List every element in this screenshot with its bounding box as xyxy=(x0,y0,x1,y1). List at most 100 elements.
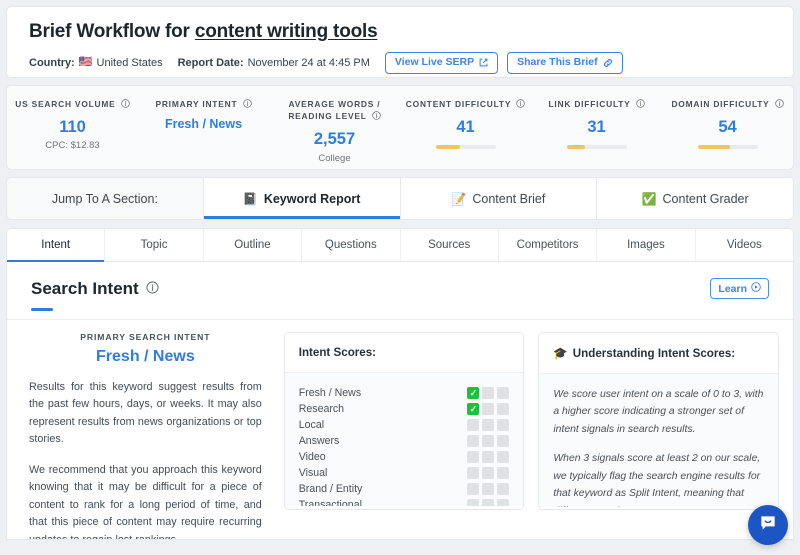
score-box-empty xyxy=(467,483,479,495)
tab-label: Images xyxy=(627,239,665,251)
score-box-empty xyxy=(497,387,509,399)
score-row: Brand / Entity xyxy=(299,481,510,497)
info-icon[interactable] xyxy=(146,279,159,299)
score-box-empty xyxy=(497,483,509,495)
report-subtabs: Intent Topic Outline Questions Sources C… xyxy=(7,229,793,262)
score-row: Research ✓ xyxy=(299,401,510,417)
section-header: Search Intent Learn xyxy=(7,262,793,320)
score-box-empty xyxy=(482,499,494,506)
score-boxes xyxy=(467,451,509,463)
section-title-text: Search Intent xyxy=(31,279,139,299)
score-label: Local xyxy=(299,419,468,431)
jump-tab-content-grader[interactable]: ✅ Content Grader xyxy=(596,178,793,219)
link-chain-icon xyxy=(603,58,613,68)
memo-icon: 📝 xyxy=(451,193,466,205)
score-box-empty xyxy=(497,419,509,431)
view-live-serp-label: View Live SERP xyxy=(395,57,474,69)
score-label: Brand / Entity xyxy=(299,483,468,495)
score-box-filled: ✓ xyxy=(467,387,479,399)
score-row: Fresh / News ✓ xyxy=(299,385,510,401)
score-box-empty xyxy=(497,435,509,447)
understanding-title: 🎓 Understanding Intent Scores: xyxy=(539,333,778,374)
info-icon[interactable] xyxy=(243,99,252,111)
intent-paragraph-1: Results for this keyword suggest results… xyxy=(29,379,262,449)
difficulty-bar-track xyxy=(436,145,496,149)
metric-value: 2,557 xyxy=(273,130,396,148)
jump-tab-keyword-report[interactable]: 📓 Keyword Report xyxy=(203,178,400,219)
jump-to-section-bar: Jump To A Section: 📓 Keyword Report 📝 Co… xyxy=(6,177,794,220)
understanding-intent-scores-card: 🎓 Understanding Intent Scores: We score … xyxy=(538,332,779,510)
difficulty-bar-track xyxy=(698,145,758,149)
learn-button[interactable]: Learn xyxy=(710,278,769,299)
metrics-strip: US SEARCH VOLUME 110 CPC: $12.83 PRIMARY… xyxy=(6,85,794,170)
metric-label-text: AVERAGE WORDS / READING LEVEL xyxy=(288,99,380,121)
tab-intent[interactable]: Intent xyxy=(7,229,105,261)
score-row: Visual xyxy=(299,465,510,481)
tab-questions[interactable]: Questions xyxy=(302,229,400,261)
keyword-report-panel: Intent Topic Outline Questions Sources C… xyxy=(6,228,794,540)
score-box-empty xyxy=(467,419,479,431)
info-icon[interactable] xyxy=(372,111,381,123)
share-brief-button[interactable]: Share This Brief xyxy=(507,52,623,74)
graduation-cap-icon: 🎓 xyxy=(553,346,567,360)
section-title: Search Intent xyxy=(31,279,159,299)
metric-value: 31 xyxy=(535,118,658,136)
info-icon[interactable] xyxy=(121,99,130,111)
metric-label-text: CONTENT DIFFICULTY xyxy=(406,99,511,109)
understanding-scores-column: 🎓 Understanding Intent Scores: We score … xyxy=(538,332,779,540)
intent-scores-column: Intent Scores: Fresh / News ✓ xyxy=(284,332,525,540)
score-boxes xyxy=(467,467,509,479)
score-boxes: ✓ xyxy=(467,387,509,399)
score-row: Video xyxy=(299,449,510,465)
country-label: Country: xyxy=(29,57,75,69)
score-box-empty xyxy=(482,467,494,479)
view-live-serp-button[interactable]: View Live SERP xyxy=(385,52,498,74)
score-boxes xyxy=(467,499,509,506)
learn-button-label: Learn xyxy=(718,283,747,295)
difficulty-bar-fill xyxy=(436,145,461,149)
notebook-icon: 📓 xyxy=(243,193,258,205)
page-title-keyword: content writing tools xyxy=(195,21,378,42)
primary-intent-value: Fresh / News xyxy=(29,348,262,366)
brief-header-card: Brief Workflow for content writing tools… xyxy=(6,6,794,78)
metric-link-difficulty: LINK DIFFICULTY 31 xyxy=(531,98,662,149)
metric-us-search-volume: US SEARCH VOLUME 110 CPC: $12.83 xyxy=(7,98,138,151)
country-value: United States xyxy=(97,57,163,69)
info-icon[interactable] xyxy=(775,99,784,111)
page-title: Brief Workflow for content writing tools xyxy=(29,21,771,43)
tab-outline[interactable]: Outline xyxy=(204,229,302,261)
info-icon[interactable] xyxy=(516,99,525,111)
share-brief-label: Share This Brief xyxy=(517,57,598,69)
tab-competitors[interactable]: Competitors xyxy=(499,229,597,261)
understanding-paragraph-1: We score user intent on a scale of 0 to … xyxy=(553,386,764,438)
understanding-paragraph-2: When 3 signals score at least 2 on our s… xyxy=(553,450,764,507)
section-title-underline xyxy=(31,308,53,311)
score-box-empty xyxy=(497,467,509,479)
difficulty-bar-fill xyxy=(698,145,730,149)
app-page: Brief Workflow for content writing tools… xyxy=(0,0,800,555)
info-icon[interactable] xyxy=(636,99,645,111)
jump-tab-label: Content Grader xyxy=(663,192,749,206)
intent-scores-title: Intent Scores: xyxy=(285,333,524,373)
tab-label: Topic xyxy=(141,239,168,251)
score-row: Local xyxy=(299,417,510,433)
metric-domain-difficulty: DOMAIN DIFFICULTY 54 xyxy=(662,98,793,149)
tab-videos[interactable]: Videos xyxy=(696,229,793,261)
metric-label-text: DOMAIN DIFFICULTY xyxy=(671,99,769,109)
tab-topic[interactable]: Topic xyxy=(105,229,203,261)
jump-tab-label: Content Brief xyxy=(472,192,545,206)
intent-scores-list: Fresh / News ✓ Research ✓ xyxy=(285,373,524,506)
jump-tab-content-brief[interactable]: 📝 Content Brief xyxy=(400,178,597,219)
chat-launcher-button[interactable] xyxy=(748,505,788,545)
flag-us-icon: 🇺🇸 xyxy=(79,57,93,68)
score-box-empty xyxy=(482,483,494,495)
tab-sources[interactable]: Sources xyxy=(401,229,499,261)
metric-primary-intent: PRIMARY INTENT Fresh / News xyxy=(138,98,269,132)
jump-to-section-label: Jump To A Section: xyxy=(7,178,203,219)
primary-intent-label: PRIMARY SEARCH INTENT xyxy=(29,332,262,342)
metric-content-difficulty: CONTENT DIFFICULTY 41 xyxy=(400,98,531,149)
tab-images[interactable]: Images xyxy=(597,229,695,261)
report-date-value: November 24 at 4:45 PM xyxy=(248,57,370,69)
report-date-label: Report Date: xyxy=(178,57,244,69)
metric-average-words-reading-level: AVERAGE WORDS / READING LEVEL 2,557 Coll… xyxy=(269,98,400,164)
